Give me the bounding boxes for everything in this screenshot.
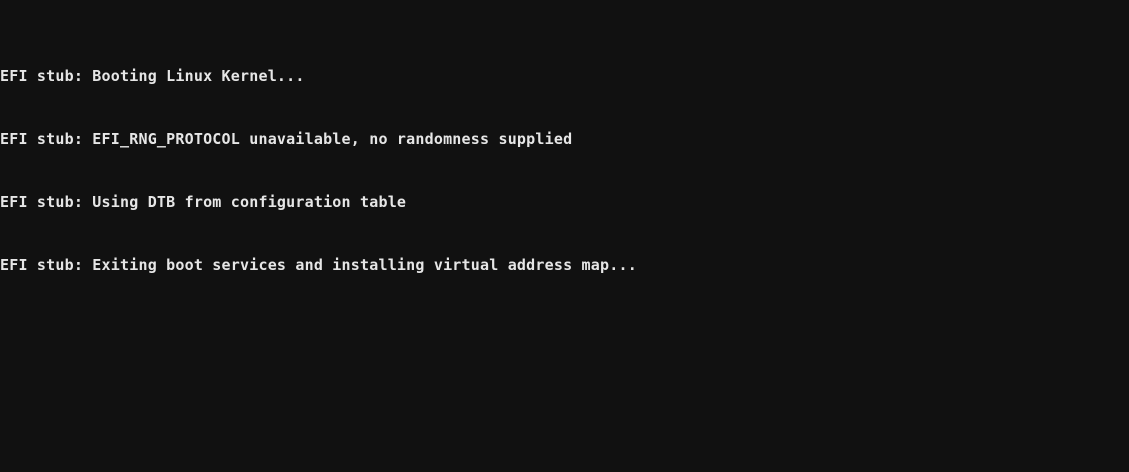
console-line: EFI stub: EFI_RNG_PROTOCOL unavailable, … — [0, 130, 573, 148]
console-line: EFI stub: Using DTB from configuration t… — [0, 193, 407, 211]
boot-console-screen: EFI stub: Booting Linux Kernel... EFI st… — [0, 0, 1129, 472]
console-line: EFI stub: Exiting boot services and inst… — [0, 256, 637, 274]
console-line: EFI stub: Booting Linux Kernel... — [0, 67, 305, 85]
console-output: EFI stub: Booting Linux Kernel... EFI st… — [0, 24, 637, 318]
